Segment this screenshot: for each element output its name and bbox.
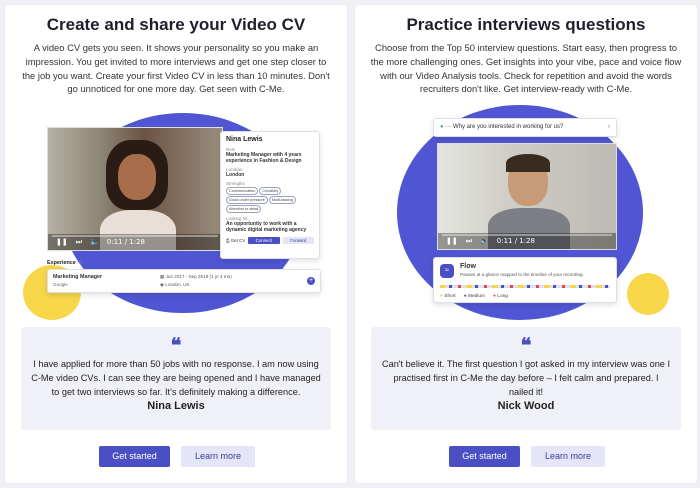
strength-chip: Creativity: [259, 187, 282, 195]
video-player[interactable]: ❚❚ ⏭ 🔈 0:11 / 1:28: [437, 143, 617, 250]
experience-place-text: London, UK: [165, 282, 190, 287]
video-player[interactable]: ❚❚ ⏭ 🔈 0:11 / 1:28: [47, 127, 223, 251]
calendar-icon: ▦: [160, 274, 165, 279]
role-value: Marketing Manager with 4 years experienc…: [226, 152, 302, 164]
location-value: London: [226, 172, 245, 178]
get-cv-label: Get CV: [230, 238, 246, 243]
flow-timeline: [440, 285, 610, 288]
decorative-yellow-blob: [627, 273, 669, 315]
quote-icon: ❝: [520, 333, 532, 357]
learn-more-button[interactable]: Learn more: [181, 446, 255, 467]
forward-button[interactable]: Forward: [282, 237, 315, 244]
legend-label: Long: [497, 294, 508, 299]
person-hair: [506, 154, 550, 172]
strength-chip: Attention to detail: [226, 205, 262, 213]
testimonial-text: Can't believe it. The first question I g…: [381, 359, 671, 397]
video-cv-card: Create and share your Video CV A video C…: [5, 5, 347, 483]
question-select[interactable]: ● — Why are you interested in working fo…: [433, 118, 617, 137]
video-cv-illustration: ❚❚ ⏭ 🔈 0:11 / 1:28 Nina Lewis Role Marke…: [5, 105, 347, 320]
connect-button[interactable]: Connect: [248, 237, 280, 244]
testimonial: ❝ I have applied for more than 50 jobs w…: [21, 327, 331, 430]
testimonial-text: I have applied for more than 50 jobs wit…: [31, 359, 321, 397]
get-started-button[interactable]: Get started: [449, 446, 520, 467]
person-face: [118, 154, 156, 200]
video-time: 0:11 / 1:28: [496, 237, 536, 245]
flow-icon: ≈: [440, 264, 454, 278]
experience-dates: ▦ Jun 2017 - Sep 2018 (1 yr 4 mo): [160, 274, 232, 280]
strengths-label: Strengths: [226, 181, 245, 186]
strength-chip: Multi-tasking: [268, 196, 297, 204]
strengths-list: Communication Creativity Good under press…: [226, 187, 314, 214]
looking-value: An opportunity to work with a dynamic di…: [226, 221, 307, 233]
card-description: A video CV gets you seen. It shows your …: [22, 42, 330, 95]
video-controls: ❚❚ ⏭ 🔈 0:11 / 1:28: [438, 233, 616, 249]
flow-legend: ● Short ● Medium ● Long: [440, 294, 508, 299]
play-pause-icon[interactable]: ❚❚: [56, 238, 68, 246]
interview-practice-card: Practice interviews questions Choose fro…: [355, 5, 697, 483]
strength-chip: Good under pressure: [226, 196, 268, 204]
get-started-button[interactable]: Get started: [99, 446, 170, 467]
flow-description: Pauses at a glance mapped to the timelin…: [460, 272, 584, 277]
profile-panel: Nina Lewis Role Marketing Manager with 4…: [220, 131, 320, 259]
experience-title: Marketing Manager: [53, 274, 103, 280]
volume-icon[interactable]: 🔈: [90, 238, 99, 246]
testimonial-author: Nick Wood: [497, 400, 555, 412]
video-time: 0:11 / 1:28: [106, 238, 146, 246]
profile-actions: ⎙ Get CV Connect Forward: [226, 237, 315, 244]
legend-short: ● Short: [440, 294, 456, 299]
experience-dates-text: Jun 2017 - Sep 2018 (1 yr 4 mo): [165, 274, 232, 279]
skip-icon[interactable]: ⏭: [466, 237, 472, 246]
profile-name: Nina Lewis: [226, 136, 263, 143]
experience-panel: Marketing Manager Google ▦ Jun 2017 - Se…: [47, 269, 321, 293]
info-icon: ⓘ: [77, 260, 83, 266]
chevron-right-icon: ›: [608, 124, 610, 130]
legend-medium: ● Medium: [463, 294, 486, 299]
location-pin-icon: ◉: [160, 282, 165, 287]
legend-label: Short: [444, 294, 456, 299]
card-title: Practice interviews questions: [406, 15, 646, 34]
experience-company: Google: [53, 282, 68, 287]
flow-title: Flow: [460, 263, 476, 270]
strength-chip: Communication: [226, 187, 259, 195]
experience-label: Experience ⓘ: [47, 258, 83, 266]
progress-bar[interactable]: [52, 235, 218, 237]
experience-label-text: Experience: [47, 260, 76, 266]
legend-long: ● Long: [493, 294, 508, 299]
card-description: Choose from the Top 50 interview questio…: [370, 42, 682, 95]
dash-icon: —: [445, 124, 452, 130]
video-controls: ❚❚ ⏭ 🔈 0:11 / 1:28: [48, 234, 222, 250]
learn-more-button[interactable]: Learn more: [531, 446, 605, 467]
testimonial: ❝ Can't believe it. The first question I…: [371, 327, 681, 430]
question-text: Why are you interested in working for us…: [452, 124, 564, 130]
volume-icon[interactable]: 🔈: [480, 237, 489, 245]
status-dot-icon: ●: [440, 124, 444, 130]
add-experience-icon[interactable]: +: [307, 277, 315, 285]
play-pause-icon[interactable]: ❚❚: [446, 237, 458, 245]
experience-place: ◉ London, UK: [160, 282, 190, 288]
skip-icon[interactable]: ⏭: [76, 238, 82, 247]
flow-panel: ≈ Flow Pauses at a glance mapped to the …: [433, 257, 617, 303]
get-cv-button[interactable]: ⎙ Get CV: [226, 238, 245, 243]
card-title: Create and share your Video CV: [46, 15, 306, 34]
progress-bar[interactable]: [442, 234, 612, 236]
quote-icon: ❝: [170, 333, 182, 357]
testimonial-author: Nina Lewis: [147, 400, 205, 412]
legend-label: Medium: [467, 294, 486, 299]
interview-illustration: ● — Why are you interested in working fo…: [355, 105, 697, 320]
